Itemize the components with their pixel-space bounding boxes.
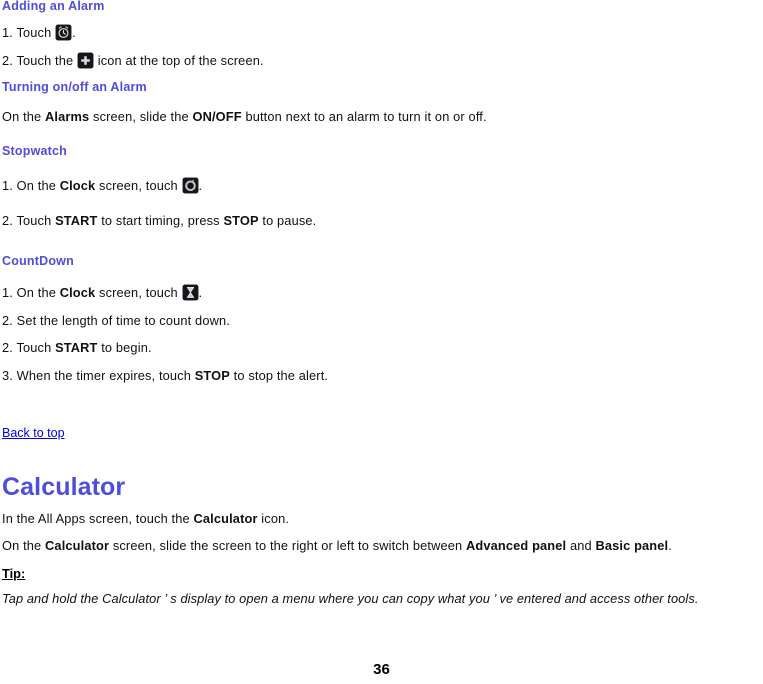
- heading-countdown: CountDown: [2, 254, 74, 269]
- term-advanced-panel: Advanced panel: [466, 538, 567, 553]
- term-on-off: ON/OFF: [192, 109, 242, 124]
- step-text: 1. On the: [2, 178, 60, 193]
- step-text: 3. When the timer expires, touch: [2, 368, 195, 383]
- term-stop: STOP: [223, 213, 259, 228]
- step-stopwatch-1: 1. On the Clock screen, touch .: [2, 177, 202, 194]
- section-heading: Stopwatch: [2, 144, 67, 158]
- body-text: button next to an alarm to turn it on or…: [241, 109, 487, 124]
- alarm-clock-icon[interactable]: [56, 25, 72, 40]
- term-start: START: [55, 340, 98, 355]
- step-text: screen, touch: [95, 285, 182, 300]
- step-text-suffix: .: [72, 25, 76, 40]
- step-text: to start timing, press: [97, 213, 224, 228]
- step-text: 2. Touch: [2, 340, 56, 355]
- step-text-suffix: to begin.: [97, 340, 152, 355]
- tip-body-text: Tap and hold the Calculator ’ s display …: [2, 591, 699, 606]
- step-text: 1. On the: [2, 285, 60, 300]
- step-adding-alarm-2: 2. Touch the icon at the top of the scre…: [2, 52, 264, 69]
- term-start: START: [55, 213, 98, 228]
- hourglass-timer-icon[interactable]: [182, 285, 198, 300]
- plus-add-icon[interactable]: [78, 53, 93, 68]
- tip-label: Tip:: [2, 565, 25, 583]
- heading-turning-on-off-an-alarm: Turning on/off an Alarm: [2, 80, 147, 95]
- step-countdown-4: 3. When the timer expires, touch STOP to…: [2, 367, 328, 384]
- heading-adding-an-alarm: Adding an Alarm: [2, 0, 105, 14]
- stopwatch-icon[interactable]: [182, 178, 198, 193]
- step-text-suffix: to pause.: [258, 213, 317, 228]
- heading-stopwatch: Stopwatch: [2, 144, 67, 159]
- tip-label-text: Tip:: [2, 566, 26, 581]
- body-text: .: [668, 538, 672, 553]
- step-countdown-3: 2. Touch START to begin.: [2, 339, 152, 356]
- term-clock: Clock: [59, 285, 96, 300]
- calculator-line-1: In the All Apps screen, touch the Calcul…: [2, 510, 289, 527]
- step-adding-alarm-1: 1. Touch .: [2, 24, 76, 41]
- step-text: screen, touch: [95, 178, 182, 193]
- term-clock: Clock: [59, 178, 96, 193]
- body-text: screen, slide the: [89, 109, 193, 124]
- term-calculator: Calculator: [45, 538, 110, 553]
- heading-calculator: Calculator: [2, 473, 125, 502]
- step-text: 2. Set the length of time to count down.: [2, 313, 230, 328]
- body-text: screen, slide the screen to the right or…: [109, 538, 466, 553]
- term-alarms: Alarms: [45, 109, 90, 124]
- body-text: On the: [2, 109, 46, 124]
- step-text: 1. Touch: [2, 25, 56, 40]
- tip-body: Tap and hold the Calculator ’ s display …: [2, 586, 759, 612]
- page-title: Calculator: [2, 473, 126, 501]
- step-countdown-1: 1. On the Clock screen, touch .: [2, 284, 202, 301]
- body-text: In the All Apps screen, touch the: [2, 511, 194, 526]
- section-heading: Adding an Alarm: [2, 0, 105, 13]
- body-text: icon.: [257, 511, 290, 526]
- section-heading: Turning on/off an Alarm: [2, 80, 147, 94]
- body-text: On the: [2, 538, 46, 553]
- step-text-suffix: icon at the top of the screen.: [94, 53, 264, 68]
- step-stopwatch-2: 2. Touch START to start timing, press ST…: [2, 212, 316, 229]
- manual-page: Adding an Alarm 1. Touch . 2. Touch the …: [0, 0, 763, 684]
- section-heading: CountDown: [2, 254, 74, 268]
- step-text-suffix: .: [198, 178, 203, 193]
- step-text-suffix: to stop the alert.: [229, 368, 329, 383]
- step-text-suffix: .: [198, 285, 203, 300]
- step-text: 2. Touch: [2, 213, 56, 228]
- term-stop: STOP: [194, 368, 230, 383]
- page-number: 36: [373, 661, 390, 678]
- step-text: 2. Touch the: [2, 53, 77, 68]
- term-calculator: Calculator: [193, 511, 258, 526]
- step-countdown-2: 2. Set the length of time to count down.: [2, 312, 230, 329]
- term-basic-panel: Basic panel: [595, 538, 669, 553]
- turning-on-off-body: On the Alarms screen, slide the ON/OFF b…: [2, 108, 487, 125]
- body-text: and: [566, 538, 596, 553]
- back-to-top-link[interactable]: Back to top: [2, 425, 65, 441]
- calculator-line-2: On the Calculator screen, slide the scre…: [2, 537, 672, 554]
